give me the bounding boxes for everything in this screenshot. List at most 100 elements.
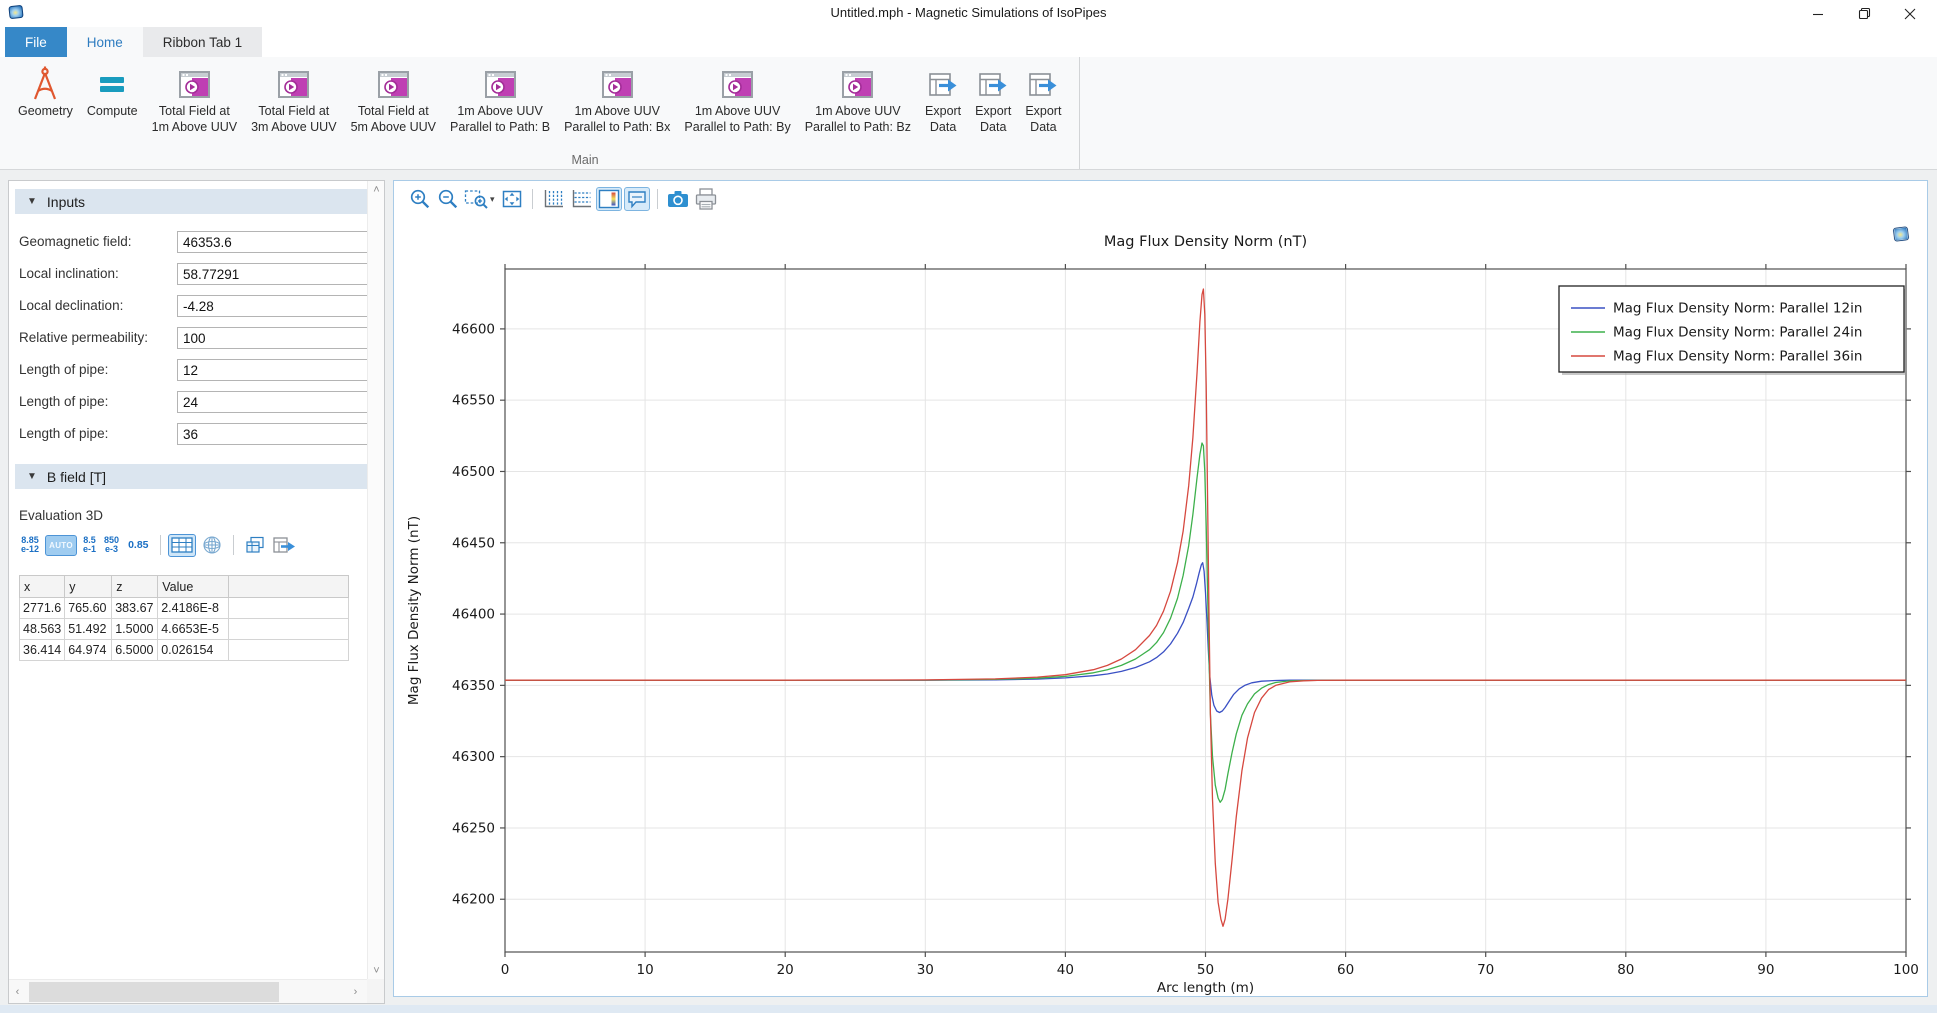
table-cell: 4.6653E-5: [158, 619, 229, 640]
print-icon[interactable]: [693, 187, 719, 211]
plot-window-icon: [485, 64, 516, 104]
input-field[interactable]: [177, 423, 373, 445]
svg-text:46600: 46600: [452, 321, 495, 337]
input-field[interactable]: [177, 391, 373, 413]
export-data-1-button[interactable]: ExportData: [919, 61, 967, 137]
y-axis-grid-icon[interactable]: [568, 187, 594, 211]
input-field[interactable]: [177, 359, 373, 381]
x-axis-grid-icon[interactable]: [540, 187, 566, 211]
table-view-icon[interactable]: [168, 534, 196, 557]
tab-ribbon-tab-1[interactable]: Ribbon Tab 1: [143, 27, 262, 57]
svg-text:100: 100: [1893, 962, 1919, 978]
input-field[interactable]: [177, 327, 373, 349]
zoom-extents-icon[interactable]: [499, 187, 525, 211]
vertical-scrollbar[interactable]: ˄ ˅: [367, 181, 384, 979]
table-column-header[interactable]: y: [65, 576, 112, 598]
auto-format-button[interactable]: AUTO: [45, 535, 77, 556]
tab-home[interactable]: Home: [67, 27, 143, 57]
copy-table-icon[interactable]: [241, 534, 269, 557]
parallel-path-bx-button[interactable]: 1m Above UUVParallel to Path: Bx: [558, 61, 676, 137]
input-label: Local inclination:: [19, 266, 119, 281]
parallel-path-by-button[interactable]: 1m Above UUVParallel to Path: By: [678, 61, 796, 137]
total-field-3m-button[interactable]: Total Field at3m Above UUV: [245, 61, 342, 137]
svg-text:46550: 46550: [452, 393, 495, 409]
restore-button[interactable]: [1841, 0, 1887, 27]
plot-tooltip-toggle-icon[interactable]: [624, 187, 650, 211]
zoom-box-caret-icon[interactable]: ▾: [490, 194, 495, 205]
table-cell: 2.4186E-8: [158, 598, 229, 619]
legend-entry: Mag Flux Density Norm: Parallel 12in: [1613, 301, 1862, 317]
svg-text:46400: 46400: [452, 607, 495, 623]
table-cell: 383.67: [112, 598, 158, 619]
plot-window-icon: [842, 64, 873, 104]
inputs-section-header[interactable]: ▼ Inputs: [15, 189, 369, 214]
plot-area[interactable]: 0102030405060708090100462004625046300463…: [394, 216, 1927, 996]
compass-icon: [28, 64, 62, 104]
tab-file[interactable]: File: [5, 27, 67, 57]
plot-window-icon: [378, 64, 409, 104]
table-row[interactable]: 48.56351.4921.50004.6653E-5: [20, 619, 349, 640]
zoom-in-icon[interactable]: [407, 187, 433, 211]
horizontal-scrollbar[interactable]: ‹ ›: [9, 979, 384, 1003]
table-column-header[interactable]: Value: [158, 576, 229, 598]
input-row: Local inclination:: [9, 263, 384, 285]
scroll-left-icon[interactable]: ‹: [9, 983, 26, 1000]
inputs-section-title: Inputs: [47, 194, 85, 210]
window-title: Untitled.mph - Magnetic Simulations of I…: [0, 5, 1937, 20]
compute-button[interactable]: Compute: [81, 61, 144, 122]
parallel-path-b-button[interactable]: 1m Above UUVParallel to Path: B: [444, 61, 556, 137]
toolbar-separator: [657, 189, 658, 209]
input-row: Length of pipe:: [9, 391, 384, 413]
equals-icon: [98, 64, 126, 104]
input-field[interactable]: [177, 231, 373, 253]
ribbon-button-label: 1m Above UUVParallel to Path: Bz: [805, 104, 911, 135]
input-label: Local declination:: [19, 298, 123, 313]
scrollbar-thumb[interactable]: [29, 982, 279, 1002]
export-data-3-button[interactable]: ExportData: [1019, 61, 1067, 137]
engineering-format-button[interactable]: 8.5e-1: [79, 536, 100, 555]
bfield-section-header[interactable]: ▼ B field [T]: [15, 464, 369, 489]
decimal-format-button[interactable]: 0.85: [123, 539, 153, 551]
input-field[interactable]: [177, 263, 373, 285]
bfield-section-title: B field [T]: [47, 469, 106, 485]
export-data-2-button[interactable]: ExportData: [969, 61, 1017, 137]
svg-text:46450: 46450: [452, 535, 495, 551]
plot-window-icon: [278, 64, 309, 104]
close-button[interactable]: [1887, 0, 1933, 27]
input-row: Length of pipe:: [9, 423, 384, 445]
sphere-evaluation-icon[interactable]: [198, 534, 226, 557]
table-cell: [229, 640, 349, 661]
scientific-format-button[interactable]: 850e-3: [100, 536, 123, 555]
y-axis-label: Mag Flux Density Norm (nT): [406, 516, 422, 705]
input-label: Length of pipe:: [19, 362, 108, 377]
settings-panel: ▼ Inputs Geomagnetic field:Local inclina…: [8, 180, 385, 1004]
table-cell: 765.60: [65, 598, 112, 619]
chart-title: Mag Flux Density Norm (nT): [1104, 234, 1307, 250]
zoom-out-icon[interactable]: [435, 187, 461, 211]
collapse-caret-icon: ▼: [27, 196, 37, 207]
total-field-1m-button[interactable]: Total Field at1m Above UUV: [146, 61, 243, 137]
scroll-up-icon[interactable]: ˄: [368, 181, 385, 198]
scroll-down-icon[interactable]: ˅: [368, 962, 385, 979]
window-bottom-edge: [0, 1005, 1937, 1013]
ribbon-button-label: Geometry: [18, 104, 73, 120]
snapshot-icon[interactable]: [665, 187, 691, 211]
zoom-box-icon[interactable]: [463, 187, 489, 211]
table-column-header[interactable]: [229, 576, 349, 598]
table-column-header[interactable]: x: [20, 576, 65, 598]
parallel-path-bz-button[interactable]: 1m Above UUVParallel to Path: Bz: [799, 61, 917, 137]
table-row[interactable]: 36.41464.9746.50000.026154: [20, 640, 349, 661]
evaluation-table[interactable]: xyzValue2771.6765.60383.672.4186E-848.56…: [19, 575, 349, 661]
table-row[interactable]: 2771.6765.60383.672.4186E-8: [20, 598, 349, 619]
total-field-5m-button[interactable]: Total Field at5m Above UUV: [345, 61, 442, 137]
ribbon-button-label: 1m Above UUVParallel to Path: B: [450, 104, 550, 135]
legend-toggle-icon[interactable]: [596, 187, 622, 211]
table-column-header[interactable]: z: [112, 576, 158, 598]
scroll-right-icon[interactable]: ›: [347, 983, 364, 1000]
svg-text:0: 0: [501, 962, 510, 978]
export-table-icon[interactable]: [271, 534, 299, 557]
minimize-button[interactable]: [1795, 0, 1841, 27]
input-field[interactable]: [177, 295, 373, 317]
si-units-button[interactable]: 8.85e-12: [17, 536, 43, 555]
geometry-button[interactable]: Geometry: [12, 61, 79, 122]
